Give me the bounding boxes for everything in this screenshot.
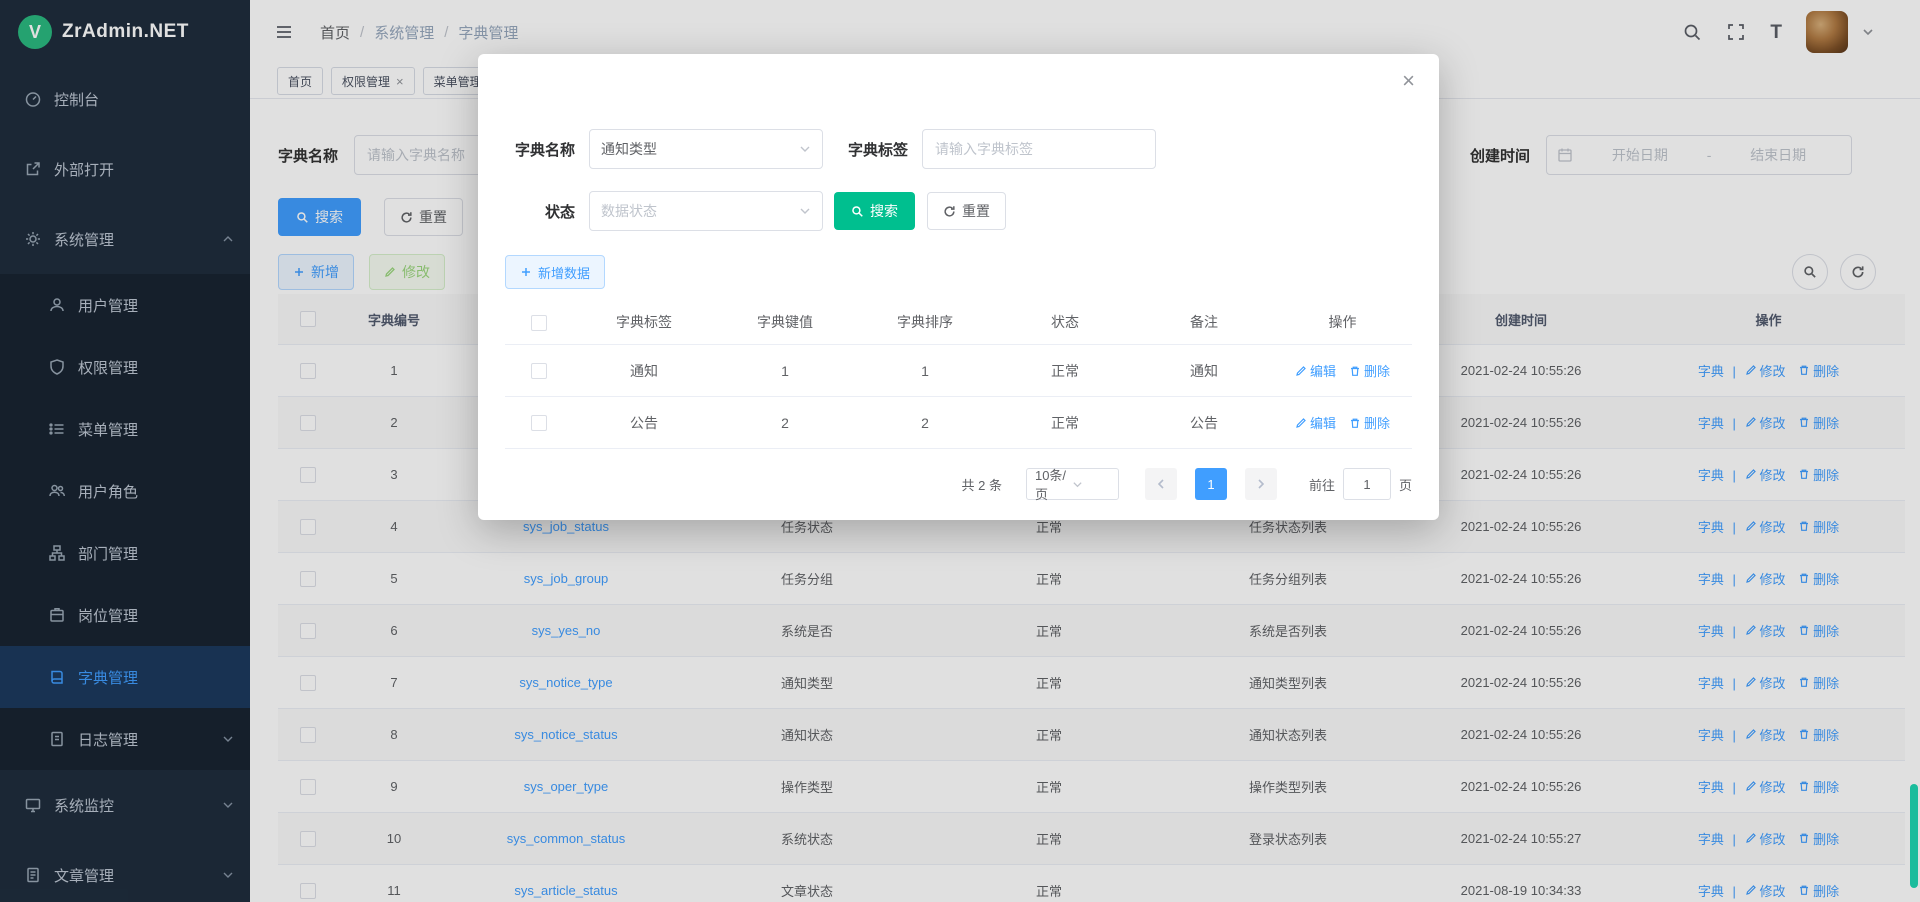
chevron-down-icon bbox=[1072, 479, 1110, 490]
delete-link[interactable]: 删除 bbox=[1349, 361, 1390, 380]
row-checkbox-cell bbox=[505, 397, 573, 449]
row-checkbox-cell bbox=[505, 345, 573, 397]
header-remark: 备注 bbox=[1135, 300, 1273, 345]
dict-data-dialog: × 字典名称 通知类型 字典标签 状态 数据状态 搜索 重置 bbox=[478, 54, 1439, 520]
modal-table-header-row: 字典标签 字典键值 字典排序 状态 备注 操作 bbox=[505, 300, 1412, 345]
modal-filter-row-1: 字典名称 通知类型 字典标签 bbox=[505, 129, 1412, 169]
modal-reset-button-label: 重置 bbox=[962, 201, 990, 221]
select-all-checkbox[interactable] bbox=[531, 315, 547, 331]
cell-status: 正常 bbox=[995, 345, 1135, 397]
cell-remark: 公告 bbox=[1135, 397, 1273, 449]
modal-reset-button[interactable]: 重置 bbox=[927, 192, 1006, 230]
cell-status: 正常 bbox=[995, 397, 1135, 449]
pagination: 共 2 条 10条/页 1 前往 页 bbox=[505, 468, 1412, 500]
modal-dict-label-label: 字典标签 bbox=[838, 139, 908, 160]
add-data-button[interactable]: 新增数据 bbox=[505, 255, 605, 289]
cell-remark: 通知 bbox=[1135, 345, 1273, 397]
goto-unit-label: 页 bbox=[1399, 475, 1412, 494]
header-actions: 操作 bbox=[1273, 300, 1412, 345]
page-size-select[interactable]: 10条/页 bbox=[1026, 468, 1119, 500]
header-dict-label: 字典标签 bbox=[573, 300, 715, 345]
edit-link-label: 编辑 bbox=[1310, 413, 1336, 432]
page-number-1[interactable]: 1 bbox=[1195, 468, 1227, 500]
cell-dict-label: 公告 bbox=[573, 397, 715, 449]
modal-search-button-label: 搜索 bbox=[870, 201, 898, 221]
modal-search-button[interactable]: 搜索 bbox=[834, 192, 915, 230]
chevron-down-icon bbox=[799, 143, 811, 155]
cell-dict-value: 1 bbox=[715, 345, 855, 397]
close-icon[interactable]: × bbox=[1402, 70, 1415, 92]
row-checkbox[interactable] bbox=[531, 363, 547, 379]
chevron-down-icon bbox=[799, 205, 811, 217]
delete-link-label: 删除 bbox=[1364, 361, 1390, 380]
header-dict-sort: 字典排序 bbox=[855, 300, 995, 345]
goto-label: 前往 bbox=[1309, 475, 1335, 494]
dict-data-table: 字典标签 字典键值 字典排序 状态 备注 操作 通知 1 1 正常 通知 编辑 … bbox=[505, 300, 1412, 449]
modal-table-row: 公告 2 2 正常 公告 编辑 删除 bbox=[505, 397, 1412, 449]
status-select[interactable]: 数据状态 bbox=[589, 191, 823, 231]
modal-filter-row-2: 状态 数据状态 搜索 重置 bbox=[505, 191, 1412, 231]
add-data-button-label: 新增数据 bbox=[538, 263, 590, 282]
header-dict-value: 字典键值 bbox=[715, 300, 855, 345]
dict-name-select[interactable]: 通知类型 bbox=[589, 129, 823, 169]
cell-dict-label: 通知 bbox=[573, 345, 715, 397]
header-checkbox-cell bbox=[505, 300, 573, 345]
edit-link[interactable]: 编辑 bbox=[1295, 361, 1336, 380]
goto-page-input[interactable] bbox=[1343, 468, 1391, 500]
pagination-total: 共 2 条 bbox=[962, 475, 1002, 494]
cell-actions: 编辑 删除 bbox=[1273, 345, 1412, 397]
header-status: 状态 bbox=[995, 300, 1135, 345]
next-page-button[interactable] bbox=[1245, 468, 1277, 500]
delete-link-label: 删除 bbox=[1364, 413, 1390, 432]
dict-name-select-value: 通知类型 bbox=[601, 139, 799, 159]
modal-status-label: 状态 bbox=[505, 201, 575, 222]
app-root: V ZrAdmin.NET 控制台 外部打开 系统管理 用户管理 bbox=[0, 0, 1920, 902]
row-checkbox[interactable] bbox=[531, 415, 547, 431]
cell-dict-sort: 1 bbox=[855, 345, 995, 397]
delete-link[interactable]: 删除 bbox=[1349, 413, 1390, 432]
modal-dict-name-label: 字典名称 bbox=[505, 139, 575, 160]
dict-label-input[interactable] bbox=[922, 129, 1156, 169]
page-size-value: 10条/页 bbox=[1035, 465, 1073, 503]
cell-dict-sort: 2 bbox=[855, 397, 995, 449]
cell-dict-value: 2 bbox=[715, 397, 855, 449]
scrollbar-thumb[interactable] bbox=[1910, 784, 1918, 888]
edit-link-label: 编辑 bbox=[1310, 361, 1336, 380]
modal-table-row: 通知 1 1 正常 通知 编辑 删除 bbox=[505, 345, 1412, 397]
cell-actions: 编辑 删除 bbox=[1273, 397, 1412, 449]
status-select-placeholder: 数据状态 bbox=[601, 201, 799, 221]
edit-link[interactable]: 编辑 bbox=[1295, 413, 1336, 432]
prev-page-button[interactable] bbox=[1145, 468, 1177, 500]
